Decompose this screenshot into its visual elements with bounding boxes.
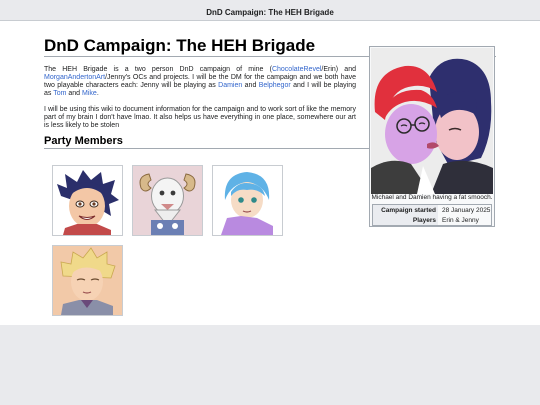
party-members-gallery bbox=[52, 165, 292, 320]
link-mike[interactable]: Mike bbox=[82, 90, 97, 97]
intro-text: The HEH Brigade is a two person DnD camp… bbox=[44, 66, 356, 138]
party-member-thumb-1[interactable] bbox=[52, 165, 123, 236]
link-morganandertonart[interactable]: MorganAndertonArt bbox=[44, 74, 105, 81]
infobox-label: Players bbox=[372, 215, 438, 226]
intro-paragraph-2: I will be using this wiki to document in… bbox=[44, 106, 356, 129]
intro-paragraph-1: The HEH Brigade is a two person DnD camp… bbox=[44, 66, 356, 98]
intro-text-segment: and bbox=[66, 90, 83, 97]
page-title: DnD Campaign: The HEH Brigade bbox=[44, 36, 316, 55]
link-chocolaterevel[interactable]: ChocolateRevel bbox=[272, 66, 321, 73]
link-belphegor[interactable]: Belphegor bbox=[259, 82, 291, 89]
section-heading-party-members: Party Members bbox=[44, 135, 123, 147]
horned-goat-character-portrait-icon bbox=[133, 166, 202, 235]
infobox-caption: Michael and Damien having a fat smooch. bbox=[371, 194, 493, 201]
top-bar-title: DnD Campaign: The HEH Brigade bbox=[206, 8, 334, 17]
two-characters-kissing-illustration-icon bbox=[371, 48, 493, 194]
intro-text-segment: /Erin) and bbox=[321, 66, 356, 73]
section-divider bbox=[44, 148, 369, 149]
party-member-thumb-4[interactable] bbox=[52, 245, 123, 316]
intro-text-segment: and bbox=[242, 82, 259, 89]
infobox: Michael and Damien having a fat smooch. … bbox=[369, 46, 495, 227]
infobox-image[interactable] bbox=[371, 48, 493, 194]
blue-haired-character-portrait-icon bbox=[213, 166, 282, 235]
infobox-value: Erin & Jenny bbox=[442, 217, 479, 224]
infobox-row-players: Players Erin & Jenny bbox=[372, 215, 492, 226]
intro-text-segment: . bbox=[96, 90, 99, 97]
dark-haired-character-portrait-icon bbox=[53, 166, 122, 235]
top-bar: DnD Campaign: The HEH Brigade bbox=[0, 0, 540, 21]
party-member-thumb-2[interactable] bbox=[132, 165, 203, 236]
party-member-thumb-3[interactable] bbox=[212, 165, 283, 236]
blonde-character-portrait-icon bbox=[53, 246, 122, 315]
link-damien[interactable]: Damien bbox=[218, 82, 242, 89]
intro-text-segment: The HEH Brigade is a two person DnD camp… bbox=[44, 66, 272, 73]
link-tom[interactable]: Tom bbox=[53, 90, 66, 97]
